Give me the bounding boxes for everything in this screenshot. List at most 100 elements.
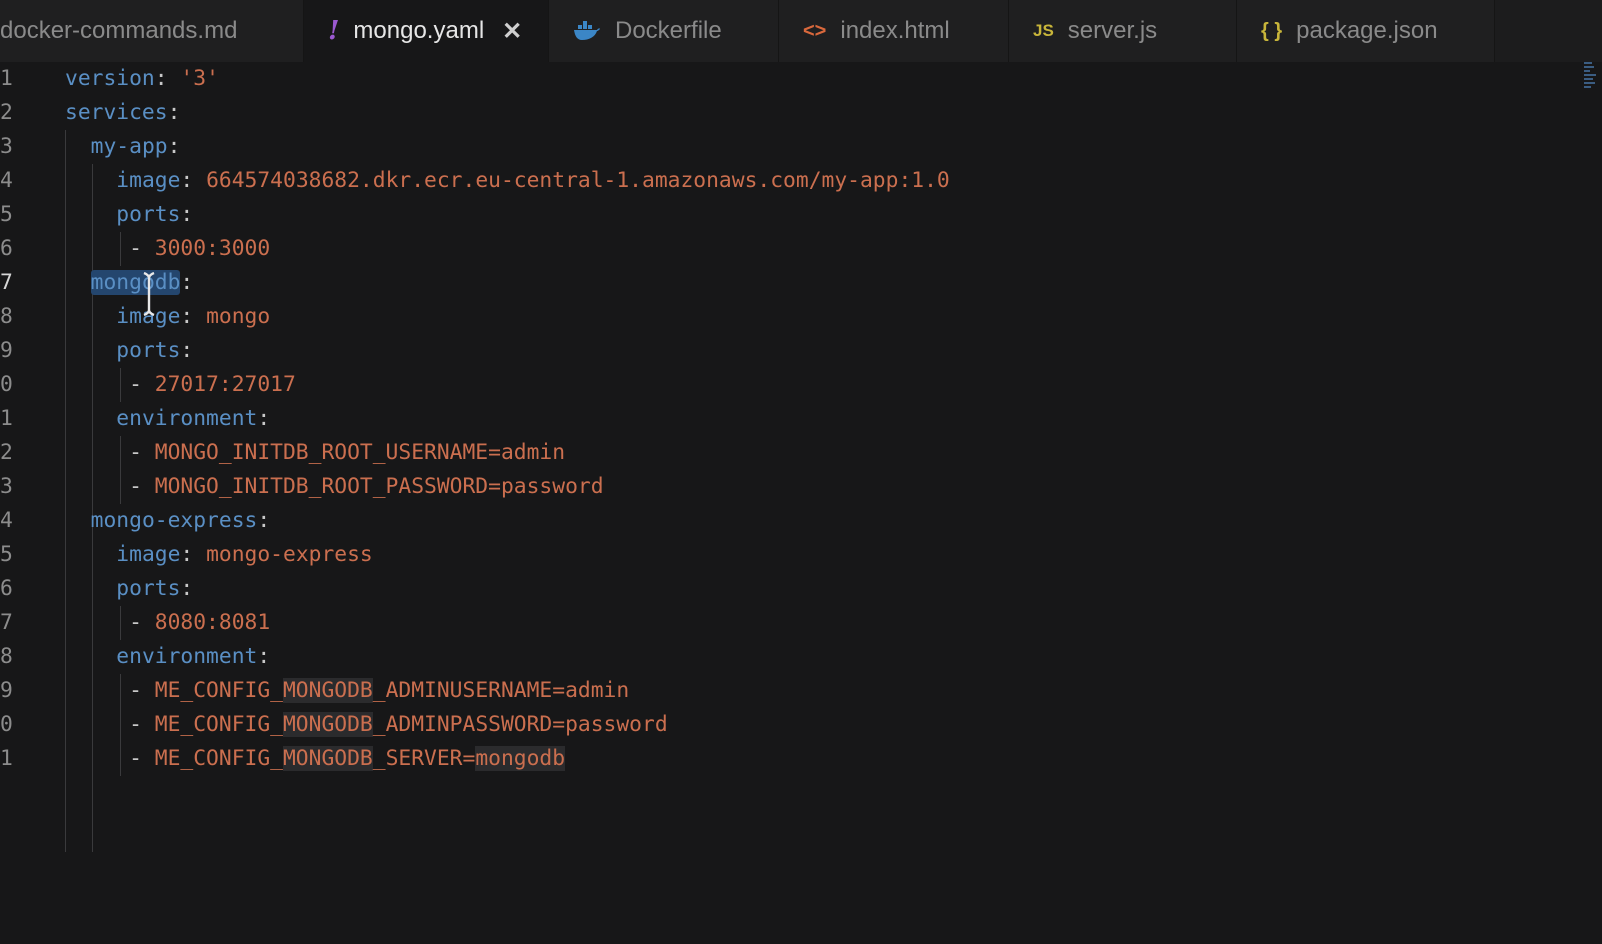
code-text: environment:	[65, 402, 270, 436]
code-text: ports:	[65, 198, 193, 232]
code-value: ME_CONFIG_	[154, 746, 283, 771]
yaml-separator: :	[167, 100, 181, 125]
code-line[interactable]: 1 - ME_CONFIG_MONGODB_SERVER=mongodb	[0, 742, 1560, 776]
code-value: ME_CONFIG_	[154, 678, 283, 703]
code-line[interactable]: 8 image: mongo	[0, 300, 1560, 334]
code-line[interactable]: 9 ports:	[0, 334, 1560, 368]
code-line[interactable]: 5 ports:	[0, 198, 1560, 232]
code-text: ports:	[65, 572, 193, 606]
line-number: 6	[0, 236, 13, 261]
tab-docker-commands-md[interactable]: docker-commands.md	[0, 0, 304, 62]
code-line[interactable]: 0 - 27017:27017	[0, 368, 1560, 402]
tab-index-html[interactable]: <> index.html	[779, 0, 1009, 62]
line-number: 2	[0, 100, 13, 125]
line-number: 3	[0, 134, 13, 159]
code-line[interactable]: 2 - MONGO_INITDB_ROOT_USERNAME=admin	[0, 436, 1560, 470]
code-editor[interactable]: 1 version: '3' 2 services: 3 my-app: 4 image:…	[0, 62, 1602, 944]
list-dash: -	[129, 712, 155, 737]
tab-mongo-yaml[interactable]: ! mongo.yaml ✕	[304, 0, 549, 62]
line-number: 8	[0, 644, 13, 669]
line-number: 9	[0, 338, 13, 363]
code-value: '3'	[180, 66, 219, 91]
code-line[interactable]: 1 version: '3'	[0, 62, 1560, 96]
list-dash: -	[129, 746, 155, 771]
tab-dockerfile[interactable]: Dockerfile	[549, 0, 779, 62]
tab-bar: docker-commands.md ! mongo.yaml ✕ Docker…	[0, 0, 1602, 62]
word-highlight: MONGODB	[282, 712, 373, 737]
yaml-separator: :	[180, 270, 194, 295]
list-dash: -	[129, 236, 155, 261]
code-text: image: mongo	[65, 300, 270, 334]
code-line[interactable]: 7 - 8080:8081	[0, 606, 1560, 640]
tab-label: index.html	[840, 17, 950, 44]
tab-label: server.js	[1067, 17, 1158, 44]
code-line[interactable]: 3 my-app:	[0, 130, 1560, 164]
html-brackets-icon: <>	[803, 19, 827, 42]
code-text: - ME_CONFIG_MONGODB_ADMINPASSWORD=passwo…	[65, 708, 668, 742]
list-dash: -	[129, 678, 155, 703]
yaml-key: image	[116, 542, 181, 567]
code-value: MONGO_INITDB_ROOT_PASSWORD=password	[154, 474, 604, 499]
code-line[interactable]: 4 image: 664574038682.dkr.ecr.eu-central…	[0, 164, 1560, 198]
close-icon[interactable]: ✕	[502, 17, 522, 46]
yaml-separator: :	[257, 644, 271, 669]
docker-whale-icon	[573, 21, 601, 41]
code-text: services:	[65, 96, 180, 130]
yaml-separator: :	[180, 168, 207, 193]
minimap[interactable]	[1584, 62, 1598, 122]
code-text: - 27017:27017	[65, 368, 296, 402]
line-number: 4	[0, 508, 13, 533]
yaml-separator: :	[154, 66, 181, 91]
code-line[interactable]: 8 environment:	[0, 640, 1560, 674]
yaml-separator: :	[180, 304, 207, 329]
tab-package-json[interactable]: { } package.json	[1237, 0, 1495, 62]
code-line[interactable]: 6 ports:	[0, 572, 1560, 606]
yaml-separator: :	[257, 508, 271, 533]
code-text: environment:	[65, 640, 270, 674]
code-line[interactable]: 0 - ME_CONFIG_MONGODB_ADMINPASSWORD=pass…	[0, 708, 1560, 742]
js-icon: JS	[1033, 21, 1054, 40]
code-value: 27017:27017	[154, 372, 296, 397]
line-number: 9	[0, 678, 13, 703]
list-dash: -	[129, 440, 155, 465]
line-number: 7	[0, 610, 13, 635]
yaml-key: my-app	[90, 134, 168, 159]
list-dash: -	[129, 610, 155, 635]
code-text: my-app:	[65, 130, 181, 164]
code-text: - ME_CONFIG_MONGODB_ADMINUSERNAME=admin	[65, 674, 629, 708]
code-line[interactable]: 9 - ME_CONFIG_MONGODB_ADMINUSERNAME=admi…	[0, 674, 1560, 708]
tab-label: package.json	[1296, 17, 1438, 44]
yaml-key: image	[116, 168, 181, 193]
code-text: - 3000:3000	[65, 232, 270, 266]
yaml-key: services	[65, 100, 168, 125]
tab-server-js[interactable]: JS server.js	[1009, 0, 1237, 62]
line-number: 1	[0, 66, 13, 91]
tab-bar-empty-area[interactable]	[1495, 0, 1602, 62]
yaml-key: ports	[116, 576, 181, 601]
code-line[interactable]: 6 - 3000:3000	[0, 232, 1560, 266]
code-value: 8080:8081	[154, 610, 271, 635]
code-value: ME_CONFIG_	[154, 712, 283, 737]
code-text: version: '3'	[65, 62, 219, 96]
code-line[interactable]: 4 mongo-express:	[0, 504, 1560, 538]
yaml-key: version	[65, 66, 155, 91]
line-number: 2	[0, 440, 13, 465]
line-number: 3	[0, 474, 13, 499]
list-dash: -	[129, 372, 155, 397]
tab-label: Dockerfile	[615, 17, 722, 44]
code-line[interactable]: 1 environment:	[0, 402, 1560, 436]
yaml-key: mongo-express	[90, 508, 258, 533]
yaml-key: environment	[116, 644, 258, 669]
code-line[interactable]: 7 mongodb:	[0, 266, 1560, 300]
code-text: mongodb:	[65, 266, 193, 300]
json-braces-icon: { }	[1261, 19, 1283, 42]
code-value: mongo-express	[206, 542, 373, 567]
code-line[interactable]: 2 services:	[0, 96, 1560, 130]
code-line[interactable]: 3 - MONGO_INITDB_ROOT_PASSWORD=password	[0, 470, 1560, 504]
yaml-separator: :	[257, 406, 271, 431]
line-number: 8	[0, 304, 13, 329]
line-number: 1	[0, 406, 13, 431]
code-value: _SERVER=	[372, 746, 476, 771]
line-number: 4	[0, 168, 13, 193]
code-line[interactable]: 5 image: mongo-express	[0, 538, 1560, 572]
